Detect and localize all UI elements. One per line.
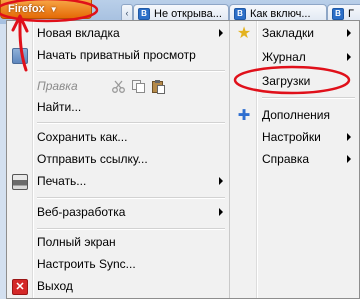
menu-item-label: Журнал — [262, 50, 306, 64]
copy-icon[interactable] — [131, 79, 146, 94]
menu-item-private-browsing[interactable]: Начать приватный просмотр — [7, 45, 229, 66]
menu-item-label: Начать приватный просмотр — [37, 48, 196, 62]
menu-left-column: Новая вкладка Начать приватный просмотр … — [7, 21, 229, 298]
firefox-button-label: Firefox — [8, 3, 45, 15]
private-browsing-icon — [12, 48, 28, 64]
menu-item-send-link[interactable]: Отправить ссылку... — [7, 149, 229, 170]
menu-item-setup-sync[interactable]: Настроить Sync... — [7, 254, 229, 275]
menu-item-label: Правка — [37, 79, 78, 93]
submenu-arrow-icon — [347, 29, 351, 37]
menu-item-label: Найти... — [37, 100, 82, 114]
menu-item-label: Новая вкладка — [37, 26, 120, 40]
menu-item-downloads[interactable]: Загрузки — [230, 71, 359, 92]
firefox-menu-button[interactable]: Firefox ▼ — [0, 0, 92, 19]
menu-separator — [37, 197, 225, 199]
menu-item-exit[interactable]: ✕ Выход — [7, 276, 229, 297]
exit-icon: ✕ — [12, 279, 28, 295]
addons-puzzle-icon: ✚ — [237, 107, 251, 124]
menu-item-label: Веб-разработка — [37, 205, 126, 219]
vk-favicon-icon: B — [332, 8, 344, 20]
submenu-arrow-icon — [219, 208, 223, 216]
menu-item-label: Выход — [37, 279, 73, 293]
menu-item-help[interactable]: Справка — [230, 149, 359, 170]
menu-item-options[interactable]: Настройки — [230, 127, 359, 148]
menu-item-label: Настроить Sync... — [37, 257, 136, 271]
menu-separator — [262, 97, 355, 99]
menu-item-label: Полный экран — [37, 235, 116, 249]
menu-separator — [37, 228, 225, 230]
menu-item-find[interactable]: Найти... — [7, 97, 229, 118]
submenu-arrow-icon — [219, 177, 223, 185]
menu-item-label: Дополнения — [262, 108, 330, 122]
tab-1-label: Не открыва... — [154, 8, 222, 20]
tab-2-label: Как включ... — [250, 8, 311, 20]
menu-item-web-developer[interactable]: Веб-разработка — [7, 202, 229, 223]
menu-right-column: ★ Закладки Журнал Загрузки ✚ Дополнения … — [229, 21, 359, 298]
menu-item-label: Настройки — [262, 130, 321, 144]
menu-item-full-screen[interactable]: Полный экран — [7, 232, 229, 253]
submenu-arrow-icon — [347, 133, 351, 141]
menu-separator — [37, 70, 225, 72]
menu-item-save-as[interactable]: Сохранить как... — [7, 127, 229, 148]
menu-item-bookmarks[interactable]: ★ Закладки — [230, 23, 359, 44]
menu-item-label: Печать... — [37, 174, 87, 188]
submenu-arrow-icon — [219, 29, 223, 37]
print-icon — [12, 174, 28, 190]
menu-item-new-tab[interactable]: Новая вкладка — [7, 23, 229, 44]
menu-item-history[interactable]: Журнал — [230, 47, 359, 68]
menu-item-label: Закладки — [262, 26, 314, 40]
menu-separator — [37, 122, 225, 124]
dropdown-arrow-icon: ▼ — [49, 4, 58, 14]
menu-item-print[interactable]: Печать... — [7, 171, 229, 192]
tab-3-label: Г — [348, 8, 354, 20]
firefox-app-menu: Новая вкладка Начать приватный просмотр … — [6, 20, 360, 299]
menu-item-label: Загрузки — [262, 74, 311, 88]
paste-icon[interactable] — [151, 79, 166, 94]
menu-item-label: Сохранить как... — [37, 130, 128, 144]
edit-icons-group — [111, 79, 166, 94]
submenu-arrow-icon — [347, 53, 351, 61]
menu-item-edit[interactable]: Правка — [7, 76, 229, 97]
cut-icon[interactable] — [111, 79, 126, 94]
menu-item-label: Справка — [262, 152, 310, 166]
bookmark-star-icon: ★ — [236, 25, 252, 42]
vk-favicon-icon: B — [138, 8, 150, 20]
menu-item-label: Отправить ссылку... — [37, 152, 148, 166]
menu-item-addons[interactable]: ✚ Дополнения — [230, 105, 359, 126]
vk-favicon-icon: B — [234, 8, 246, 20]
submenu-arrow-icon — [347, 155, 351, 163]
